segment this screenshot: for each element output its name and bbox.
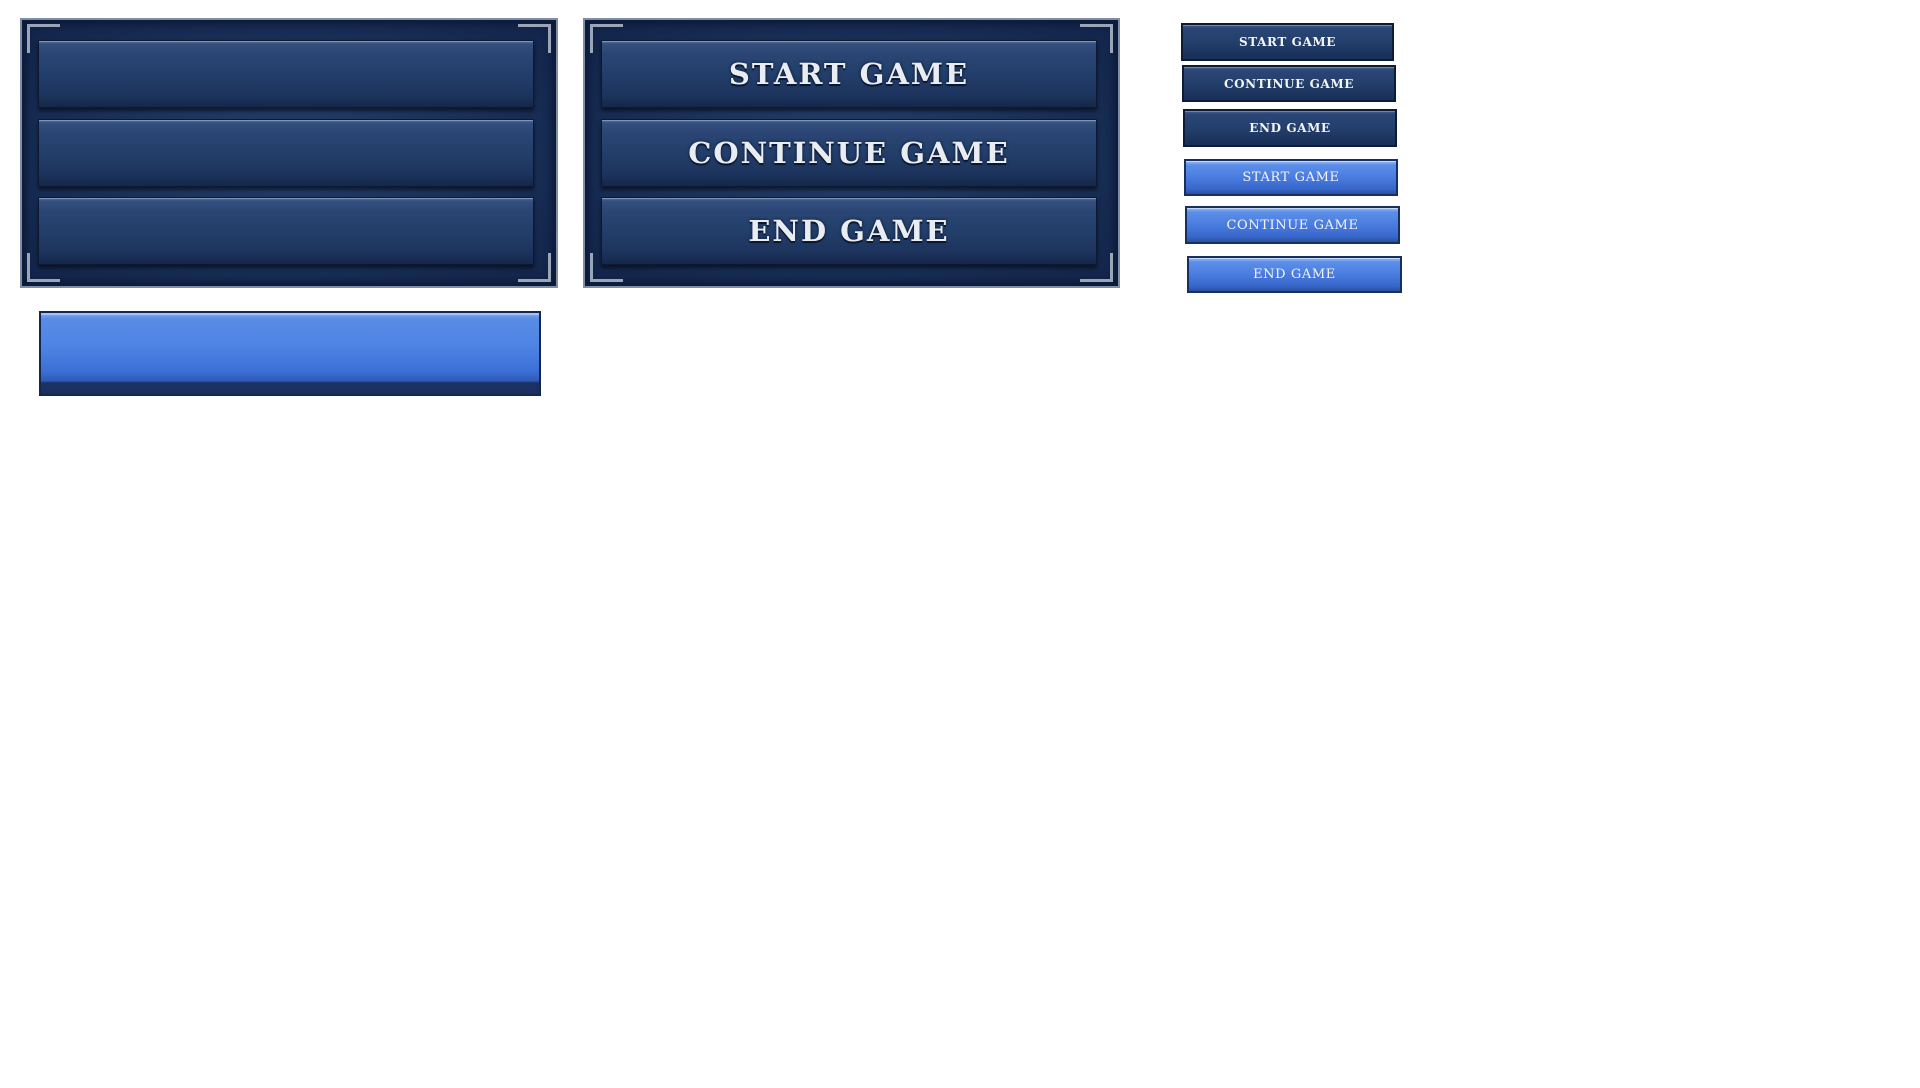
end-game-label: END GAME: [748, 214, 950, 248]
highlight-bar[interactable]: [39, 311, 541, 396]
small-end-game-button-highlighted[interactable]: END GAME: [1187, 256, 1402, 293]
small-end-game-label: END GAME: [1249, 121, 1331, 135]
small-start-game-button-highlighted[interactable]: START GAME: [1184, 159, 1398, 196]
small-end-game-label-highlighted: END GAME: [1253, 267, 1336, 282]
start-game-label: START GAME: [728, 57, 970, 91]
blank-slab-1[interactable]: [38, 40, 534, 108]
small-start-game-button[interactable]: START GAME: [1181, 23, 1394, 61]
small-continue-game-button-highlighted[interactable]: CONTINUE GAME: [1185, 206, 1400, 244]
small-start-game-label: START GAME: [1238, 35, 1337, 49]
small-continue-game-label-highlighted: CONTINUE GAME: [1226, 217, 1359, 233]
end-game-button[interactable]: END GAME: [601, 197, 1097, 265]
blank-slab-2[interactable]: [38, 119, 534, 187]
small-continue-game-button[interactable]: CONTINUE GAME: [1182, 65, 1396, 102]
menu-panel-labeled: START GAME CONTINUE GAME END GAME: [583, 18, 1120, 288]
small-end-game-button[interactable]: END GAME: [1183, 109, 1397, 147]
small-start-game-label-highlighted: START GAME: [1242, 170, 1340, 185]
small-continue-game-label: CONTINUE GAME: [1223, 76, 1355, 91]
start-game-button[interactable]: START GAME: [601, 40, 1097, 108]
blank-slab-3[interactable]: [38, 197, 534, 265]
continue-game-label: CONTINUE GAME: [688, 136, 1010, 170]
menu-panel-blank: [20, 18, 558, 288]
continue-game-button[interactable]: CONTINUE GAME: [601, 119, 1097, 187]
